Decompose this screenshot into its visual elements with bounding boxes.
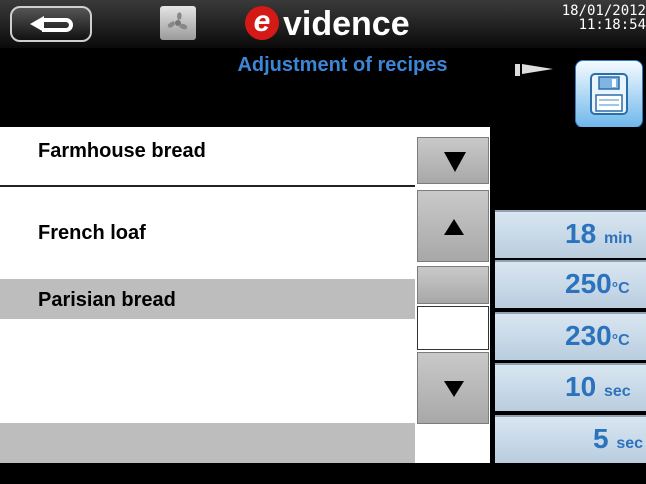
triangle-up-icon <box>444 219 464 235</box>
time-text: 11:18:54 <box>578 17 646 33</box>
param-unit: sec <box>616 435 644 452</box>
parameter-field[interactable]: 10 sec <box>495 363 646 411</box>
scroll-thumb[interactable] <box>417 266 489 304</box>
date-text: 18/01/2012 <box>561 3 646 19</box>
list-item-selected[interactable]: Parisian bread <box>0 279 415 319</box>
recipe-label: Farmhouse bread <box>38 140 206 162</box>
param-value: 18 <box>565 218 597 249</box>
dropdown-button[interactable] <box>417 137 489 184</box>
triangle-down-icon <box>444 152 466 172</box>
evidence-logo: e vidence <box>245 2 445 46</box>
scroll-track[interactable] <box>417 306 489 350</box>
param-unit: min <box>603 230 633 247</box>
recipe-label: French loaf <box>38 222 146 244</box>
back-arrow-icon <box>30 16 73 32</box>
bottom-bar <box>0 463 646 484</box>
save-button[interactable] <box>575 60 643 128</box>
scroll-up-button[interactable] <box>417 190 489 262</box>
param-value: 10 <box>565 371 597 402</box>
parameter-field[interactable]: 18 min <box>495 210 646 258</box>
logo-wordmark: vidence <box>283 5 410 43</box>
logo-e-mark: e <box>245 6 279 40</box>
param-value: 250 <box>565 268 612 299</box>
param-value: 5 <box>593 423 609 454</box>
list-item[interactable]: French loaf <box>0 212 415 252</box>
back-button[interactable] <box>10 6 92 42</box>
arrow-right-icon[interactable] <box>515 62 555 76</box>
param-unit: °C <box>611 332 630 349</box>
fan-icon[interactable] <box>160 6 196 40</box>
save-icon <box>590 73 628 115</box>
list-item[interactable]: Farmhouse bread <box>0 130 415 170</box>
page-title: Adjustment of recipes <box>237 54 448 76</box>
recipe-label: Parisian bread <box>38 289 176 311</box>
param-unit: °C <box>611 280 630 297</box>
scroll-down-button[interactable] <box>417 352 489 424</box>
triangle-down-icon <box>444 381 464 397</box>
param-unit: sec <box>603 383 631 400</box>
param-value: 230 <box>565 320 612 351</box>
divider <box>0 185 415 187</box>
parameter-field[interactable]: 250°C <box>495 260 646 308</box>
list-item-empty <box>0 423 415 463</box>
parameter-field[interactable]: 5 sec <box>495 415 646 463</box>
date-time: 18/01/2012 11:18:54 <box>496 4 646 32</box>
parameter-field[interactable]: 230°C <box>495 312 646 360</box>
